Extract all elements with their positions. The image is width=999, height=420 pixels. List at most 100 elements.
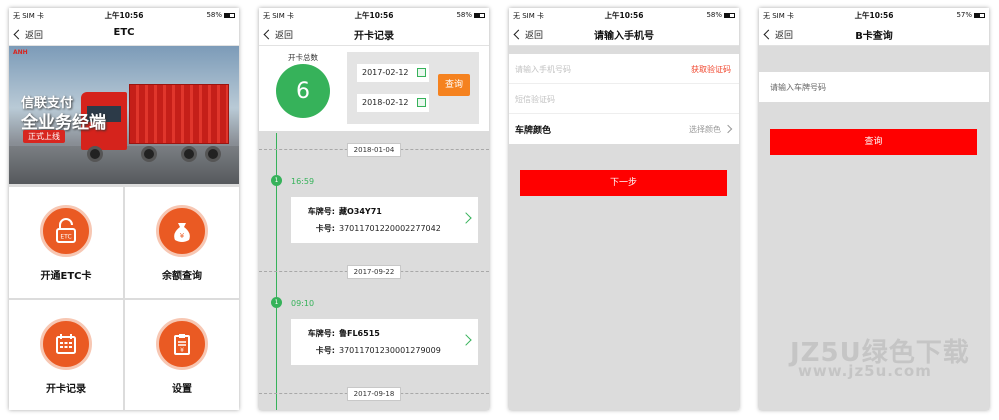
record-time: 09:10	[291, 299, 315, 308]
phone-input[interactable]: 请输入手机号码 获取验证码	[509, 54, 739, 84]
tile-label: 余额查询	[162, 271, 202, 282]
page-title: B卡查询	[855, 31, 893, 42]
nav-bar: 返回 B卡查询	[759, 22, 989, 46]
sms-code-input[interactable]: 短信验证码	[509, 84, 739, 114]
banner-badge: 正式上线	[23, 130, 65, 143]
card-key: 卡号:	[315, 346, 335, 355]
plate-number-input[interactable]: 请输入车牌号码	[759, 72, 989, 102]
nav-bar: 返回 开卡记录	[259, 22, 489, 46]
calendar-icon	[417, 68, 426, 77]
battery-percent: 58%	[706, 11, 722, 19]
page-title: 开卡记录	[354, 31, 394, 42]
next-step-button[interactable]: 下一步	[520, 170, 727, 196]
battery-icon	[974, 12, 985, 18]
clock-text: 上午10:56	[854, 11, 894, 20]
battery-percent: 57%	[956, 11, 972, 19]
chevron-right-icon	[723, 124, 733, 134]
start-date-field[interactable]: 2017-02-12	[357, 64, 429, 82]
phone-screen-enter-phone: 无 SIM 卡 上午10:56 58% 返回 请输入手机号 请输入手机号码 获取…	[509, 8, 739, 410]
card-row: 卡号: 37011701230001279009	[301, 345, 441, 356]
banner-logo: ANH	[13, 49, 28, 56]
lock-etc-icon: ETC	[40, 205, 92, 257]
tile-label: 设置	[172, 383, 192, 395]
screenshot-collage: 无 SIM 卡 上午10:56 58% 返回 ETC ANH 信联支付 全业务经…	[0, 0, 999, 420]
plate-key: 车牌号:	[307, 329, 335, 338]
battery-icon	[474, 12, 485, 18]
function-grid: ETC 开通ETC卡 ¥ 余额查询 开卡记录 ¥ 设置	[9, 185, 239, 410]
chevron-right-icon	[460, 334, 472, 346]
status-bar: 无 SIM 卡 上午10:56 58%	[509, 8, 739, 22]
date-chip: 2017-09-22	[347, 265, 401, 279]
status-bar: 无 SIM 卡 上午10:56 58%	[259, 8, 489, 22]
clock-text: 上午10:56	[354, 11, 394, 20]
clock-text: 上午10:56	[104, 11, 144, 20]
card-row: 卡号: 37011701220002277042	[301, 223, 441, 234]
settings-doc-icon: ¥	[156, 317, 208, 370]
date-chip: 2018-01-04	[347, 143, 401, 157]
page-title: ETC	[113, 27, 135, 38]
battery-percent: 58%	[206, 11, 222, 19]
tile-label: 开卡记录	[46, 383, 86, 395]
plate-value: 藏O34Y71	[339, 207, 382, 216]
page-title: 请输入手机号	[594, 31, 654, 42]
phone-form: 请输入手机号码 获取验证码 短信验证码 车牌颜色 选择颜色	[509, 54, 739, 144]
tile-settings[interactable]: ¥ 设置	[125, 299, 239, 410]
calendar-icon	[40, 317, 92, 370]
record-card[interactable]: 车牌号: 鲁FL6515 卡号: 37011701230001279009	[291, 319, 478, 365]
total-count-badge: 6	[276, 64, 330, 118]
records-summary: 开卡总数 6 2017-02-12 2018-02-12 查询	[259, 46, 489, 131]
start-date-value: 2017-02-12	[362, 68, 409, 77]
chevron-right-icon	[460, 212, 472, 224]
sms-placeholder: 短信验证码	[515, 95, 555, 104]
date-chip: 2017-09-18	[347, 387, 401, 401]
status-bar: 无 SIM 卡 上午10:56 58%	[9, 8, 239, 22]
plate-color-select[interactable]: 车牌颜色 选择颜色	[509, 114, 739, 144]
status-bar: 无 SIM 卡 上午10:56 57%	[759, 8, 989, 22]
select-color-text: 选择颜色	[689, 125, 721, 134]
battery-indicator: 57%	[956, 11, 985, 19]
phone-placeholder: 请输入手机号码	[515, 65, 571, 74]
plate-color-label: 车牌颜色	[515, 126, 552, 136]
nav-bar: 返回 ETC	[9, 22, 239, 46]
card-key: 卡号:	[315, 224, 335, 233]
plate-row: 车牌号: 鲁FL6515	[301, 328, 380, 339]
total-count-label: 开卡总数	[288, 53, 318, 62]
battery-percent: 58%	[456, 11, 472, 19]
plate-color-value: 选择颜色	[689, 124, 733, 135]
nav-bar: 返回 请输入手机号	[509, 22, 739, 46]
svg-text:¥: ¥	[180, 347, 184, 354]
clock-text: 上午10:56	[604, 11, 644, 20]
svg-text:¥: ¥	[180, 232, 185, 240]
end-date-value: 2018-02-12	[362, 98, 409, 107]
tile-balance-query[interactable]: ¥ 余额查询	[125, 187, 239, 298]
watermark-url: www.jz5u.com	[798, 362, 932, 380]
plate-key: 车牌号:	[307, 207, 335, 216]
record-card[interactable]: 车牌号: 藏O34Y71 卡号: 37011701220002277042	[291, 197, 478, 243]
tile-card-records[interactable]: 开卡记录	[9, 299, 123, 410]
query-button[interactable]: 查询	[438, 74, 470, 96]
battery-indicator: 58%	[456, 11, 485, 19]
battery-indicator: 58%	[706, 11, 735, 19]
battery-indicator: 58%	[206, 11, 235, 19]
phone-screen-card-records: 无 SIM 卡 上午10:56 58% 返回 开卡记录 开卡总数 6 2017-…	[259, 8, 489, 410]
card-value: 37011701230001279009	[339, 346, 441, 355]
promo-banner[interactable]: ANH 信联支付 全业务经端 正式上线	[9, 46, 239, 184]
svg-text:ETC: ETC	[60, 234, 71, 241]
timeline-dot: 1	[271, 175, 282, 186]
tile-open-etc-card[interactable]: ETC 开通ETC卡	[9, 187, 123, 298]
battery-icon	[724, 12, 735, 18]
plate-value: 鲁FL6515	[339, 329, 380, 338]
card-value: 37011701220002277042	[339, 224, 441, 233]
tile-label: 开通ETC卡	[40, 271, 92, 282]
calendar-icon	[417, 98, 426, 107]
timeline-dot: 1	[271, 297, 282, 308]
end-date-field[interactable]: 2018-02-12	[357, 94, 429, 112]
bcard-query-button[interactable]: 查询	[770, 129, 977, 155]
plate-placeholder: 请输入车牌号码	[770, 83, 826, 92]
phone-screen-etc: 无 SIM 卡 上午10:56 58% 返回 ETC ANH 信联支付 全业务经…	[9, 8, 239, 410]
plate-row: 车牌号: 藏O34Y71	[301, 206, 382, 217]
get-code-button[interactable]: 获取验证码	[691, 64, 731, 75]
battery-icon	[224, 12, 235, 18]
record-time: 16:59	[291, 177, 315, 186]
money-bag-icon: ¥	[156, 205, 208, 257]
